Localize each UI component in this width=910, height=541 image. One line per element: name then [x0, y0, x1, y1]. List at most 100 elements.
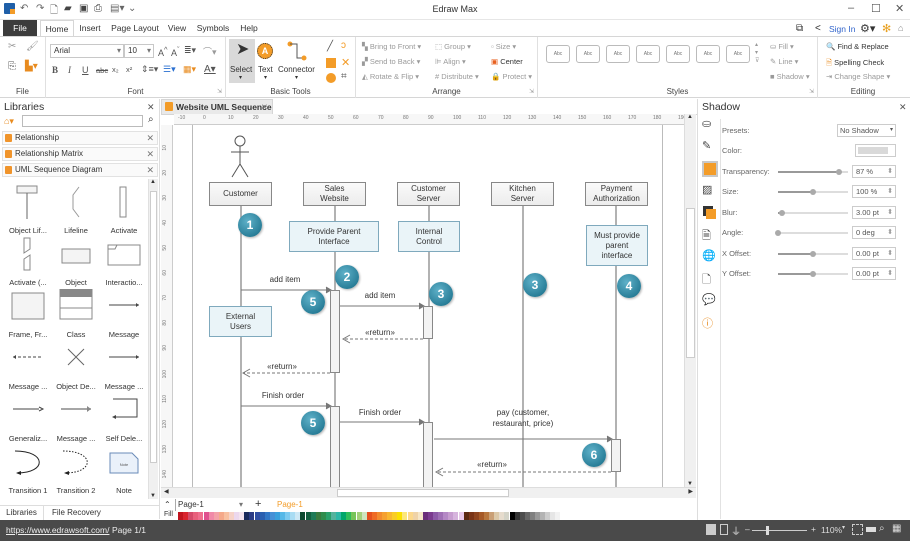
shape-generalization[interactable]: Generaliz... [2, 391, 54, 443]
cut-icon[interactable]: ✂ [8, 41, 16, 52]
note-provide-parent-interface[interactable]: Provide Parent Interface [289, 221, 379, 252]
step-badge[interactable]: 3 [523, 273, 547, 297]
font-color-icon[interactable]: A▾ [204, 64, 216, 75]
vertical-scrollbar[interactable]: ▲ ▼ [684, 114, 696, 487]
arrange-dialog-launcher-icon[interactable]: ⇲ [529, 88, 534, 95]
fit-page-icon[interactable] [852, 524, 863, 535]
font-size-select[interactable]: 10 ▾ [124, 44, 154, 58]
tab-insert[interactable]: Insert [76, 20, 104, 36]
subscript-icon[interactable]: x₂ [112, 65, 119, 74]
activation-bar[interactable] [330, 290, 340, 373]
tab-file-recovery[interactable]: File Recovery [52, 506, 101, 520]
shadow-panel-icon[interactable] [702, 161, 718, 177]
grow-font-icon[interactable]: A^ [158, 45, 168, 58]
scroll-up-icon[interactable]: ▲ [150, 179, 156, 185]
arc-tool-icon[interactable]: ↄ [341, 40, 346, 51]
ellipse-tool-icon[interactable] [326, 73, 336, 83]
fit-width-icon[interactable] [866, 527, 876, 532]
library-scrollbar[interactable]: ▲ ▼ [148, 179, 158, 499]
line-panel-icon[interactable]: ✎ [702, 139, 718, 155]
shape-message-return[interactable]: Message ... [2, 339, 54, 391]
zoom-slider[interactable] [752, 526, 807, 535]
normal-view-icon[interactable] [706, 524, 716, 535]
message-label[interactable]: «return» [462, 460, 522, 469]
spelling-check-button[interactable]: 🗎 Spelling Check [826, 57, 884, 70]
slider-knob[interactable] [810, 189, 816, 195]
presentation-icon[interactable]: ⏚ [731, 523, 741, 538]
crop-tool-icon[interactable]: ⌗ [341, 71, 347, 82]
transparency-input[interactable]: 87 % [852, 165, 896, 178]
shape-interaction[interactable]: Interactio... [98, 235, 150, 287]
settings-gear-icon[interactable]: ⚙▾ [860, 22, 875, 35]
activation-bar[interactable] [611, 439, 621, 472]
shape-transition-2[interactable]: Transition 2 [50, 443, 102, 495]
blur-slider[interactable] [778, 210, 848, 216]
object-customer-server[interactable]: Customer Server [397, 182, 460, 206]
step-badge[interactable]: 5 [301, 411, 325, 435]
slider-knob[interactable] [778, 210, 785, 216]
step-badge[interactable]: 5 [301, 290, 325, 314]
line-spacing-icon[interactable]: ⇕≡▾ [141, 64, 158, 75]
libraries-close-icon[interactable]: ✕ [147, 102, 155, 113]
color-picker[interactable] [855, 144, 896, 157]
shape-class[interactable]: Class [50, 287, 102, 339]
note-external-users[interactable]: External Users [209, 306, 272, 337]
collapse-pages-icon[interactable]: ⌃ [164, 499, 171, 511]
paste-icon[interactable]: ▙▾ [25, 61, 38, 72]
object-payment-authorization[interactable]: Payment Authorization [585, 182, 648, 206]
tab-home[interactable]: Home [40, 20, 74, 36]
library-search-input[interactable] [22, 115, 143, 127]
step-badge[interactable]: 1 [238, 213, 262, 237]
angle-input[interactable]: 0 deg [852, 226, 896, 239]
style-swatch[interactable]: Abc [666, 45, 690, 63]
shape-lifeline[interactable]: Lifeline [50, 183, 102, 235]
shape-frame[interactable]: Frame, Fr... [2, 287, 54, 339]
sign-in-link[interactable]: Sign In [829, 24, 855, 34]
zoom-in-icon[interactable]: + [811, 524, 816, 534]
shape-message-async[interactable]: Message ... [50, 391, 102, 443]
slider-knob[interactable] [810, 271, 816, 277]
page-properties-icon[interactable]: 🗎 [702, 227, 718, 243]
message-label[interactable]: Finish order [350, 408, 410, 417]
style-swatch[interactable]: Abc [696, 45, 720, 63]
copy-icon[interactable]: ⎘ [8, 61, 16, 72]
hyperlink-panel-icon[interactable]: 🌐 [702, 249, 718, 265]
object-sales-website[interactable]: Sales Website [303, 182, 366, 206]
note-internal-control[interactable]: Internal Control [398, 221, 460, 252]
horizontal-scrollbar[interactable]: ◀ ▶ [161, 487, 696, 498]
slider-knob[interactable] [775, 230, 781, 236]
group-button[interactable]: ⬚ Group ▾ [435, 42, 471, 51]
library-category-uml-sequence[interactable]: UML Sequence Diagram ✕ [2, 163, 158, 177]
line-button[interactable]: ✎ Line ▾ [770, 57, 798, 66]
change-shape-button[interactable]: ⇥ Change Shape ▾ [826, 72, 890, 81]
x-tool-icon[interactable]: ✕ [341, 56, 350, 69]
page-view-icon[interactable] [720, 524, 728, 535]
step-badge[interactable]: 4 [617, 274, 641, 298]
page-select[interactable]: Page-1 ▾ [175, 499, 243, 511]
send-to-back-button[interactable]: ▞ Send to Back ▾ [362, 57, 420, 66]
step-badge[interactable]: 6 [582, 443, 606, 467]
document-tab[interactable]: Website UML Sequence ✕ [161, 99, 273, 114]
shape-self-delegation[interactable]: Self Dele... [98, 391, 150, 443]
maximize-button[interactable]: ☐ [871, 2, 881, 15]
zoom-level[interactable]: 110% [821, 525, 842, 535]
palette-swatch[interactable] [555, 512, 561, 520]
style-swatch[interactable]: Abc [606, 45, 630, 63]
object-customer[interactable]: Customer [209, 182, 272, 206]
category-close-icon[interactable]: ✕ [146, 164, 154, 176]
find-replace-button[interactable]: 🔍 Find & Replace [826, 42, 889, 51]
slider-knob[interactable] [835, 169, 842, 175]
line-tool-icon[interactable]: ╱ [327, 41, 333, 52]
style-swatch[interactable]: Abc [636, 45, 660, 63]
rectangle-tool-icon[interactable] [326, 58, 336, 68]
vertical-scroll-thumb[interactable] [686, 208, 695, 358]
protect-button[interactable]: 🔒 Protect ▾ [491, 72, 532, 81]
angle-slider[interactable] [775, 230, 848, 236]
fill-panel-icon[interactable]: ⛀ [702, 117, 718, 133]
curve-text-icon[interactable]: ⌒▾ [203, 45, 217, 58]
presets-select[interactable]: No Shadow ▾ [837, 124, 896, 137]
image-panel-icon[interactable]: ▨ [702, 183, 718, 199]
bold-icon[interactable]: B [52, 65, 58, 75]
style-swatch[interactable]: Abc [726, 45, 750, 63]
library-category-relationship-matrix[interactable]: Relationship Matrix ✕ [2, 147, 158, 161]
